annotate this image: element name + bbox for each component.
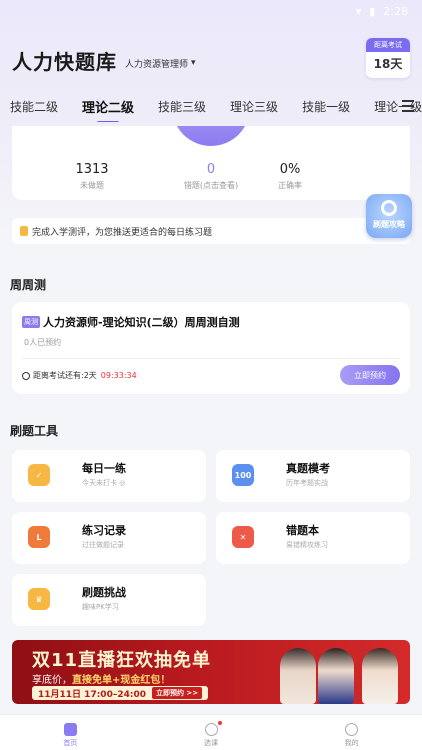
tool-title: 刷题挑战 — [82, 586, 126, 599]
assessment-tip[interactable]: 完成入学测评，为您推送更适合的每日练习题 — [12, 218, 410, 244]
status-bar: ▾ ▮ 2:28 — [0, 0, 422, 22]
tool-title: 每日一练 — [82, 462, 126, 475]
clock-icon — [22, 371, 30, 380]
tool-subtitle: 历年考题实战 — [286, 479, 328, 487]
stats-card: 1313 未做题 0 错题(点击查看) 0% 正确率 — [12, 126, 410, 200]
host-photo — [362, 648, 398, 704]
tool-wrong-book[interactable]: ✕ 错题本 易错精攻练习 — [216, 512, 410, 564]
tool-practice-record[interactable]: L 练习记录 过往做题记录 — [12, 512, 206, 564]
tool-subtitle: 过往做题记录 — [82, 541, 124, 549]
banner-title: 双11直播狂欢抽免单 — [32, 650, 212, 671]
nav-label: 我的 — [344, 739, 359, 747]
countdown-caption: 距离考试 — [366, 38, 410, 52]
tools-section-title: 刷题工具 — [10, 424, 59, 438]
tool-subtitle: 趣味PK学习 — [82, 603, 119, 611]
promo-banner[interactable]: 双11直播狂欢抽免单 享底价，直接免单+现金红包！ 11月11日 17:00–2… — [12, 640, 410, 704]
caret-down-icon: ▾ — [191, 58, 196, 68]
magnifier-icon — [381, 200, 397, 216]
nav-courses[interactable]: 选课 — [141, 715, 282, 750]
weekly-head: 周测 人力资源师-理论知识(二级）周周测自测 — [22, 314, 240, 330]
stat-unanswered: 1313 未做题 — [42, 162, 142, 191]
nav-label: 首页 — [63, 739, 78, 747]
nav-home[interactable]: 首页 — [0, 715, 141, 750]
tool-title: 真题模考 — [286, 462, 330, 475]
weekly-countdown: 距离考试还有:2天 09:33:34 — [22, 370, 137, 381]
level-tabs: 技能二级 理论二级 技能三级 理论三级 技能一级 理论一级 — [0, 90, 422, 122]
stat-label: 正确率 — [278, 181, 302, 190]
stat-label: 未做题 — [80, 181, 104, 190]
banner-cta[interactable]: 立即预约 >> — [151, 687, 203, 699]
tool-subtitle: 易错精攻练习 — [286, 541, 328, 549]
notification-dot — [218, 721, 222, 725]
battery-icon: ▮ — [369, 4, 376, 18]
tool-subtitle: 今天未打卡 ◎ — [82, 479, 126, 487]
banner-time: 11月11日 17:00–24:00 立即预约 >> — [32, 686, 209, 700]
status-icons: ▾ ▮ 2:28 — [356, 5, 408, 18]
stat-value: 0% — [279, 162, 301, 177]
countdown-time: 09:33:34 — [100, 371, 137, 380]
subject-label: 人力资源管理师 — [125, 59, 189, 70]
banner-subtitle-prefix: 享底价， — [32, 675, 72, 686]
tool-challenge[interactable]: ♛ 刷题挑战 趣味PK学习 — [12, 574, 206, 626]
banner-time-text: 11月11日 17:00–24:00 — [38, 689, 146, 700]
banner-subtitle-highlight: 直接免单+现金红包！ — [72, 675, 171, 686]
divider — [22, 358, 400, 359]
stat-value: 1313 — [75, 162, 109, 177]
app-title: 人力快题库 — [12, 49, 117, 74]
profile-icon — [345, 723, 359, 736]
tab-menu-icon[interactable] — [402, 100, 414, 115]
record-icon: L — [28, 526, 50, 548]
host-photo — [318, 648, 354, 704]
weekly-reserved-count: 0人已预约 — [24, 338, 62, 347]
tool-title: 错题本 — [286, 524, 319, 537]
tip-text: 完成入学测评，为您推送更适合的每日练习题 — [32, 227, 213, 238]
countdown-days: 18天 — [373, 57, 403, 71]
banner-subtitle: 享底价，直接免单+现金红包！ — [32, 671, 170, 686]
countdown-label: 距离考试还有:2天 — [33, 371, 97, 380]
tip-icon — [20, 226, 28, 236]
bottom-nav: 首页 选课 我的 — [0, 714, 422, 750]
tool-title: 练习记录 — [82, 524, 126, 537]
tab-theory-1[interactable]: 理论一级 — [374, 98, 422, 115]
progress-arc — [172, 126, 250, 146]
tab-skill-1[interactable]: 技能一级 — [302, 98, 350, 115]
host-photo — [280, 648, 316, 704]
paper-100-icon: 100 — [232, 464, 254, 486]
weekly-section-title: 周周测 — [10, 278, 47, 292]
weekly-test-card[interactable]: 周测 人力资源师-理论知识(二级）周周测自测 0人已预约 距离考试还有:2天 0… — [12, 302, 410, 394]
status-time: 2:28 — [383, 4, 408, 18]
tool-mock-exam[interactable]: 100 真题模考 历年考题实战 — [216, 450, 410, 502]
crown-icon: ♛ — [28, 588, 50, 610]
app-header: 人力快题库 人力资源管理师 ▾ 距离考试 18天 — [12, 38, 410, 82]
check-icon: ✓ — [28, 464, 50, 486]
tab-skill-3[interactable]: 技能三级 — [158, 98, 206, 115]
weekly-badge: 周测 — [22, 316, 40, 328]
status-left — [14, 5, 18, 18]
compass-icon — [204, 723, 218, 736]
exam-countdown-badge[interactable]: 距离考试 18天 — [366, 38, 410, 78]
wifi-icon: ▾ — [355, 4, 362, 18]
home-icon — [63, 723, 77, 736]
tab-theory-2[interactable]: 理论二级 — [82, 97, 134, 116]
weekly-title: 人力资源师-理论知识(二级）周周测自测 — [43, 316, 240, 329]
reserve-button[interactable]: 立即预约 — [340, 365, 400, 385]
strategy-button[interactable]: 刷题攻略 — [366, 194, 412, 238]
tool-daily-practice[interactable]: ✓ 每日一练 今天未打卡 ◎ — [12, 450, 206, 502]
wrong-book-icon: ✕ — [232, 526, 254, 548]
nav-profile[interactable]: 我的 — [281, 715, 422, 750]
nav-label: 选课 — [204, 739, 218, 747]
subject-selector[interactable]: 人力资源管理师 ▾ — [125, 57, 196, 70]
tab-theory-3[interactable]: 理论三级 — [230, 98, 278, 115]
strategy-label: 刷题攻略 — [373, 220, 405, 229]
tab-skill-2[interactable]: 技能二级 — [10, 98, 58, 115]
stat-accuracy: 0% 正确率 — [240, 162, 340, 191]
